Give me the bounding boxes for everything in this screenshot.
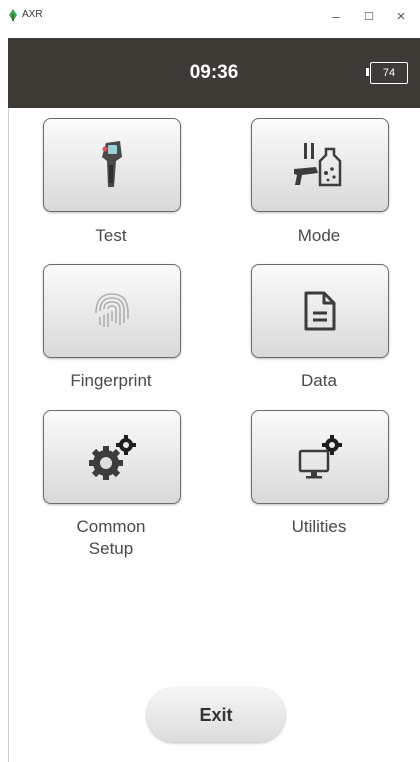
spray-bottle-icon bbox=[294, 143, 342, 187]
common-setup-label-text: Common Setup bbox=[76, 517, 146, 558]
handheld-analyzer-icon bbox=[102, 141, 122, 187]
test-label: Test bbox=[95, 226, 127, 245]
status-header: 09:36 74 bbox=[8, 38, 420, 108]
window-titlebar: AXR – ☐ × bbox=[0, 0, 420, 38]
exit-button[interactable]: Exit bbox=[147, 688, 285, 742]
fingerprint-button[interactable] bbox=[43, 264, 181, 358]
utilities-label: Utilities bbox=[291, 517, 347, 536]
battery-level: 74 bbox=[382, 67, 396, 79]
clock: 09:36 bbox=[189, 62, 239, 83]
data-button[interactable] bbox=[251, 264, 389, 358]
close-button[interactable]: × bbox=[389, 4, 413, 28]
window-title: AXR bbox=[22, 9, 43, 20]
battery-cap bbox=[366, 68, 369, 76]
common-setup-button[interactable] bbox=[43, 410, 181, 504]
maximize-button[interactable]: ☐ bbox=[357, 4, 381, 28]
common-setup-label: Common Setup bbox=[31, 516, 191, 560]
data-label: Data bbox=[301, 371, 337, 390]
mode-button[interactable] bbox=[251, 118, 389, 212]
utilities-button[interactable] bbox=[251, 410, 389, 504]
fingerprint-icon bbox=[95, 293, 129, 327]
app-logo-icon bbox=[9, 9, 17, 21]
battery-indicator: 74 bbox=[366, 62, 408, 84]
monitor-gear-icon bbox=[298, 435, 342, 479]
mode-label: Mode bbox=[297, 226, 341, 245]
test-button[interactable] bbox=[43, 118, 181, 212]
document-icon bbox=[304, 291, 336, 331]
fingerprint-label: Fingerprint bbox=[70, 371, 152, 390]
minimize-button[interactable]: – bbox=[324, 4, 348, 28]
gears-icon bbox=[89, 435, 136, 480]
